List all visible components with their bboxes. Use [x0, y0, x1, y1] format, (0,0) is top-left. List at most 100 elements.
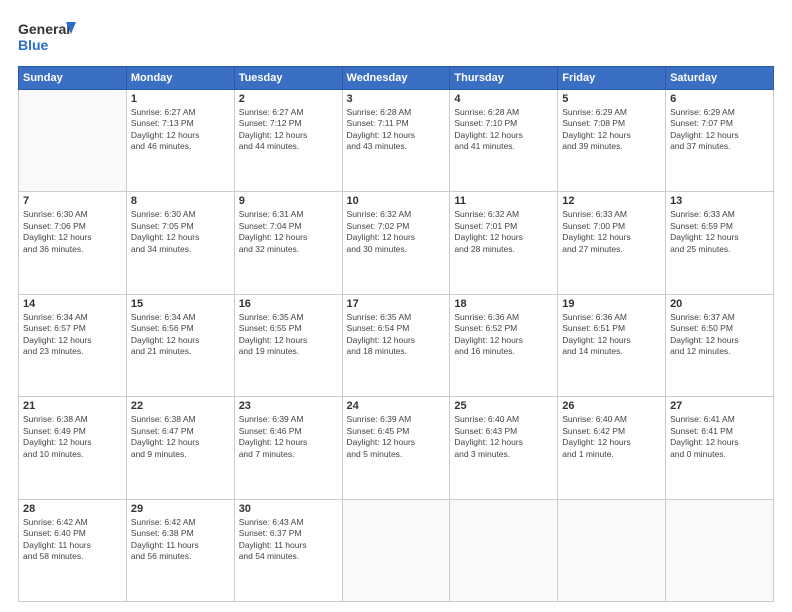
day-info: Sunrise: 6:39 AM Sunset: 6:46 PM Dayligh… — [239, 414, 338, 460]
day-info: Sunrise: 6:41 AM Sunset: 6:41 PM Dayligh… — [670, 414, 769, 460]
day-number: 13 — [670, 195, 769, 207]
calendar-cell: 6 Sunrise: 6:29 AM Sunset: 7:07 PM Daylig… — [666, 90, 774, 192]
day-number: 6 — [670, 93, 769, 105]
calendar-cell: 4Sunrise: 6:28 AM Sunset: 7:10 PM Daylig… — [450, 90, 558, 192]
calendar-cell: 8 Sunrise: 6:30 AM Sunset: 7:05 PM Daylig… — [126, 192, 234, 294]
calendar-cell: 22 Sunrise: 6:38 AM Sunset: 6:47 PM Dayli… — [126, 397, 234, 499]
day-number: 10 — [347, 195, 446, 207]
day-number: 24 — [347, 400, 446, 412]
svg-text:General: General — [18, 21, 70, 37]
day-info: Sunrise: 6:39 AM Sunset: 6:45 PM Dayligh… — [347, 414, 446, 460]
day-number: 29 — [131, 503, 230, 515]
calendar-cell: 17Sunrise: 6:35 AM Sunset: 6:54 PM Dayli… — [342, 294, 450, 396]
calendar-header-tuesday: Tuesday — [234, 67, 342, 90]
day-number: 15 — [131, 298, 230, 310]
calendar-header-sunday: Sunday — [19, 67, 127, 90]
day-number: 3 — [347, 93, 446, 105]
day-info: Sunrise: 6:31 AM Sunset: 7:04 PM Dayligh… — [239, 209, 338, 255]
day-info: Sunrise: 6:32 AM Sunset: 7:02 PM Dayligh… — [347, 209, 446, 255]
day-info: Sunrise: 6:40 AM Sunset: 6:42 PM Dayligh… — [562, 414, 661, 460]
calendar-cell: 3 Sunrise: 6:28 AM Sunset: 7:11 PM Daylig… — [342, 90, 450, 192]
calendar-cell: 5 Sunrise: 6:29 AM Sunset: 7:08 PM Daylig… — [558, 90, 666, 192]
calendar-cell — [19, 90, 127, 192]
day-info: Sunrise: 6:28 AM Sunset: 7:11 PM Dayligh… — [347, 107, 446, 153]
day-number: 26 — [562, 400, 661, 412]
calendar-week-row: 28Sunrise: 6:42 AM Sunset: 6:40 PM Dayli… — [19, 499, 774, 601]
day-info: Sunrise: 6:42 AM Sunset: 6:40 PM Dayligh… — [23, 517, 122, 563]
day-number: 18 — [454, 298, 553, 310]
calendar-cell: 2 Sunrise: 6:27 AM Sunset: 7:12 PM Daylig… — [234, 90, 342, 192]
calendar-cell — [558, 499, 666, 601]
day-number: 27 — [670, 400, 769, 412]
day-info: Sunrise: 6:37 AM Sunset: 6:50 PM Dayligh… — [670, 312, 769, 358]
day-number: 14 — [23, 298, 122, 310]
calendar: SundayMondayTuesdayWednesdayThursdayFrid… — [18, 66, 774, 602]
day-info: Sunrise: 6:33 AM Sunset: 7:00 PM Dayligh… — [562, 209, 661, 255]
day-number: 19 — [562, 298, 661, 310]
day-info: Sunrise: 6:33 AM Sunset: 6:59 PM Dayligh… — [670, 209, 769, 255]
day-info: Sunrise: 6:27 AM Sunset: 7:12 PM Dayligh… — [239, 107, 338, 153]
calendar-cell: 24 Sunrise: 6:39 AM Sunset: 6:45 PM Dayli… — [342, 397, 450, 499]
day-number: 30 — [239, 503, 338, 515]
day-info: Sunrise: 6:29 AM Sunset: 7:08 PM Dayligh… — [562, 107, 661, 153]
day-number: 9 — [239, 195, 338, 207]
calendar-header-saturday: Saturday — [666, 67, 774, 90]
calendar-header-wednesday: Wednesday — [342, 67, 450, 90]
calendar-cell: 27 Sunrise: 6:41 AM Sunset: 6:41 PM Dayli… — [666, 397, 774, 499]
calendar-cell: 23 Sunrise: 6:39 AM Sunset: 6:46 PM Dayli… — [234, 397, 342, 499]
calendar-cell — [450, 499, 558, 601]
calendar-cell — [666, 499, 774, 601]
day-number: 12 — [562, 195, 661, 207]
calendar-cell: 21 Sunrise: 6:38 AM Sunset: 6:49 PM Dayli… — [19, 397, 127, 499]
day-info: Sunrise: 6:30 AM Sunset: 7:06 PM Dayligh… — [23, 209, 122, 255]
day-number: 4 — [454, 93, 553, 105]
logo: GeneralBlue — [18, 18, 78, 56]
day-info: Sunrise: 6:42 AM Sunset: 6:38 PM Dayligh… — [131, 517, 230, 563]
calendar-cell — [342, 499, 450, 601]
calendar-cell: 18 Sunrise: 6:36 AM Sunset: 6:52 PM Dayli… — [450, 294, 558, 396]
day-info: Sunrise: 6:29 AM Sunset: 7:07 PM Dayligh… — [670, 107, 769, 153]
calendar-header-friday: Friday — [558, 67, 666, 90]
calendar-cell: 11 Sunrise: 6:32 AM Sunset: 7:01 PM Dayli… — [450, 192, 558, 294]
calendar-cell: 13 Sunrise: 6:33 AM Sunset: 6:59 PM Dayli… — [666, 192, 774, 294]
calendar-cell: 12 Sunrise: 6:33 AM Sunset: 7:00 PM Dayli… — [558, 192, 666, 294]
calendar-cell: 9 Sunrise: 6:31 AM Sunset: 7:04 PM Daylig… — [234, 192, 342, 294]
day-info: Sunrise: 6:36 AM Sunset: 6:51 PM Dayligh… — [562, 312, 661, 358]
calendar-body: 1Sunrise: 6:27 AM Sunset: 7:13 PM Daylig… — [19, 90, 774, 602]
day-info: Sunrise: 6:30 AM Sunset: 7:05 PM Dayligh… — [131, 209, 230, 255]
day-number: 5 — [562, 93, 661, 105]
day-number: 20 — [670, 298, 769, 310]
calendar-cell: 19 Sunrise: 6:36 AM Sunset: 6:51 PM Dayli… — [558, 294, 666, 396]
day-number: 7 — [23, 195, 122, 207]
day-info: Sunrise: 6:36 AM Sunset: 6:52 PM Dayligh… — [454, 312, 553, 358]
calendar-cell: 10 Sunrise: 6:32 AM Sunset: 7:02 PM Dayli… — [342, 192, 450, 294]
day-info: Sunrise: 6:40 AM Sunset: 6:43 PM Dayligh… — [454, 414, 553, 460]
day-info: Sunrise: 6:38 AM Sunset: 6:49 PM Dayligh… — [23, 414, 122, 460]
calendar-cell: 29 Sunrise: 6:42 AM Sunset: 6:38 PM Dayli… — [126, 499, 234, 601]
calendar-cell: 20 Sunrise: 6:37 AM Sunset: 6:50 PM Dayli… — [666, 294, 774, 396]
day-number: 16 — [239, 298, 338, 310]
calendar-cell: 25 Sunrise: 6:40 AM Sunset: 6:43 PM Dayli… — [450, 397, 558, 499]
calendar-cell: 28Sunrise: 6:42 AM Sunset: 6:40 PM Dayli… — [19, 499, 127, 601]
calendar-week-row: 21 Sunrise: 6:38 AM Sunset: 6:49 PM Dayli… — [19, 397, 774, 499]
day-info: Sunrise: 6:38 AM Sunset: 6:47 PM Dayligh… — [131, 414, 230, 460]
day-info: Sunrise: 6:35 AM Sunset: 6:55 PM Dayligh… — [239, 312, 338, 358]
day-number: 11 — [454, 195, 553, 207]
calendar-cell: 30 Sunrise: 6:43 AM Sunset: 6:37 PM Dayli… — [234, 499, 342, 601]
calendar-week-row: 7 Sunrise: 6:30 AM Sunset: 7:06 PM Daylig… — [19, 192, 774, 294]
day-info: Sunrise: 6:35 AM Sunset: 6:54 PM Dayligh… — [347, 312, 446, 358]
day-number: 2 — [239, 93, 338, 105]
calendar-header-thursday: Thursday — [450, 67, 558, 90]
day-number: 8 — [131, 195, 230, 207]
day-number: 23 — [239, 400, 338, 412]
svg-text:Blue: Blue — [18, 37, 49, 53]
day-number: 22 — [131, 400, 230, 412]
calendar-cell: 26 Sunrise: 6:40 AM Sunset: 6:42 PM Dayli… — [558, 397, 666, 499]
calendar-cell: 14Sunrise: 6:34 AM Sunset: 6:57 PM Dayli… — [19, 294, 127, 396]
day-info: Sunrise: 6:43 AM Sunset: 6:37 PM Dayligh… — [239, 517, 338, 563]
calendar-header-row: SundayMondayTuesdayWednesdayThursdayFrid… — [19, 67, 774, 90]
day-info: Sunrise: 6:32 AM Sunset: 7:01 PM Dayligh… — [454, 209, 553, 255]
day-number: 21 — [23, 400, 122, 412]
calendar-header-monday: Monday — [126, 67, 234, 90]
day-number: 25 — [454, 400, 553, 412]
